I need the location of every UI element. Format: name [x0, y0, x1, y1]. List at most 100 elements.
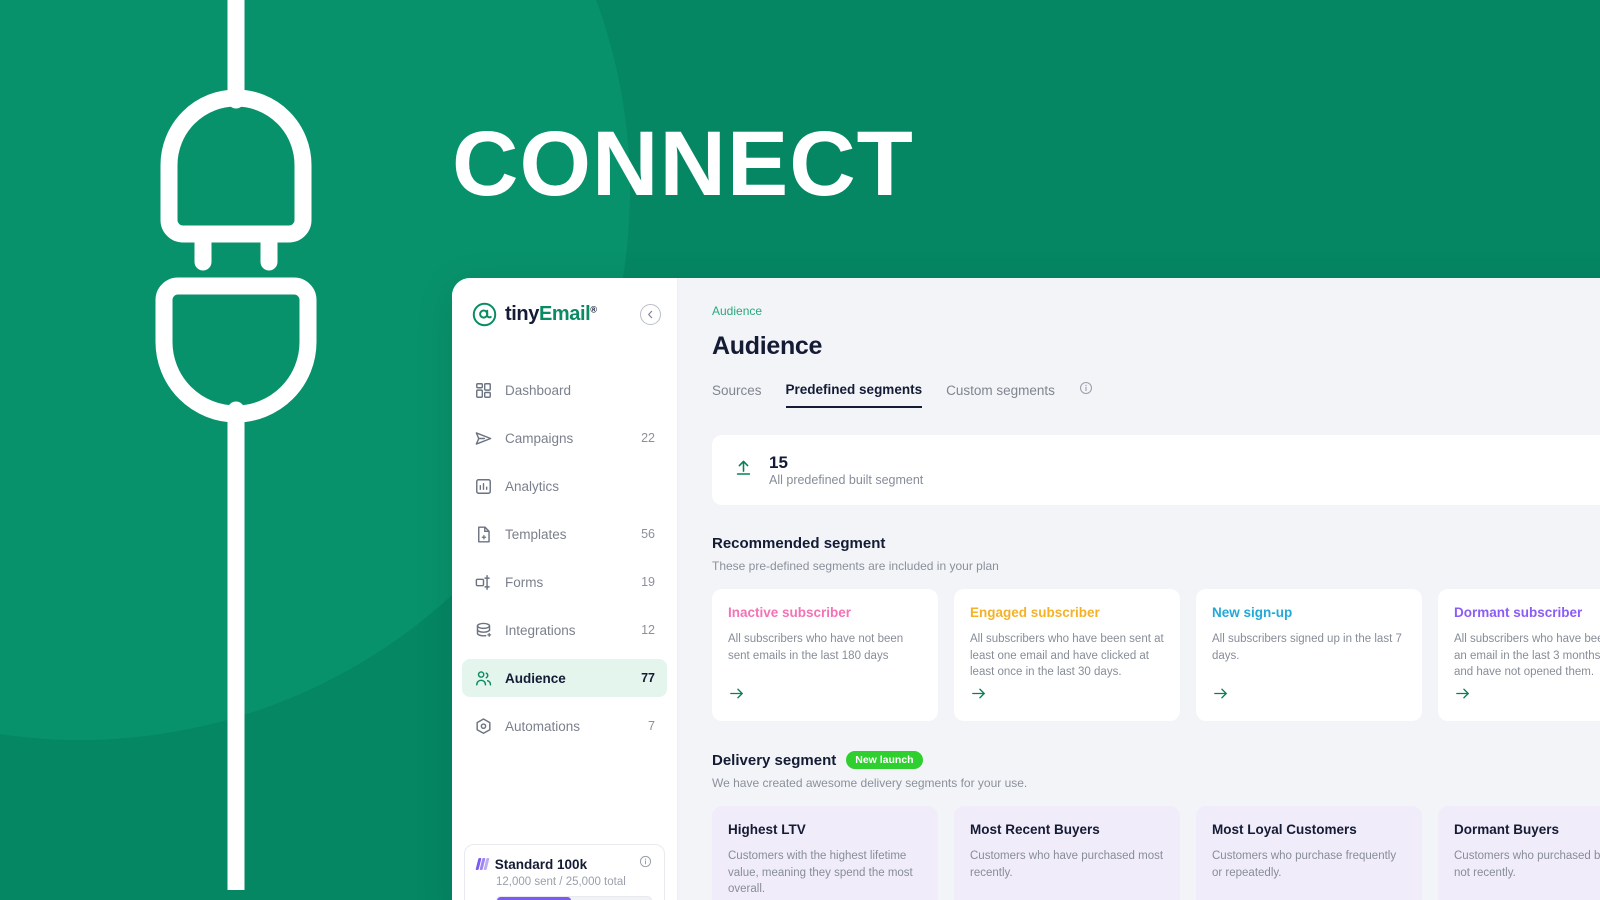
sidebar-item-templates[interactable]: Templates 56	[462, 515, 667, 553]
plan-usage-text: 12,000 sent / 25,000 total	[496, 876, 626, 888]
predefined-count-value: 15	[769, 452, 788, 472]
predefined-count-card: 15 All predefined built segment	[712, 435, 1600, 505]
forms-icon	[475, 574, 490, 590]
page-title: Audience	[712, 332, 823, 360]
segment-card-title: Inactive subscriber	[728, 605, 852, 620]
upload-arrow-icon	[734, 458, 753, 482]
sidebar-item-label: Automations	[505, 718, 581, 734]
database-plus-icon	[476, 622, 492, 637]
segments-scroll-area: 15 All predefined built segment Recommen…	[678, 409, 1600, 900]
delivery-card-dormant-buyers[interactable]: Dormant Buyers Customers who purchased b…	[1438, 806, 1600, 900]
sidebar-item-label: Campaigns	[505, 430, 574, 446]
arrow-right-icon[interactable]	[728, 685, 922, 707]
bar-chart-icon	[476, 478, 491, 494]
sidebar-item-label: Templates	[505, 526, 567, 542]
predefined-count-label: All predefined built segment	[769, 472, 924, 487]
segment-card-description: All subscribers who have been sent at le…	[970, 633, 1164, 678]
sidebar-item-count: 7	[648, 719, 655, 733]
send-paper-plane-icon	[475, 431, 492, 445]
at-circle-icon	[472, 302, 497, 327]
main-content: Audience Audience Sources Predefined seg…	[678, 278, 1600, 900]
sidebar-item-analytics[interactable]: Analytics	[462, 467, 667, 505]
sidebar-item-label: Integrations	[505, 622, 576, 638]
sidebar-item-count: 22	[641, 431, 655, 445]
arrow-right-icon[interactable]	[1212, 685, 1406, 707]
sidebar-item-count: 19	[641, 575, 655, 589]
sidebar-item-label: Dashboard	[505, 382, 572, 398]
sidebar-item-dashboard[interactable]: Dashboard	[462, 371, 667, 409]
delivery-card-most-loyal-customers[interactable]: Most Loyal Customers Customers who purch…	[1196, 806, 1422, 900]
plan-info-button[interactable]	[639, 855, 652, 873]
tabs-info-button[interactable]	[1079, 381, 1093, 409]
tab-custom-segments[interactable]: Custom segments	[946, 383, 1055, 407]
segment-card-title: Dormant subscriber	[1454, 605, 1583, 620]
tab-bar: Sources Predefined segments Custom segme…	[678, 381, 1600, 409]
segment-card-dormant-subscriber[interactable]: Dormant subscriber All subscribers who h…	[1438, 589, 1600, 721]
plan-usage-card[interactable]: Standard 100k 12,000 sent / 25,000 total	[464, 844, 665, 900]
app-window: tinyEmail® Dashboard Campaigns 22 Analyt…	[452, 278, 1600, 900]
plan-header-row: Standard 100k	[475, 855, 652, 873]
delivery-card-title: Highest LTV	[728, 822, 806, 837]
brand-wordmark: tinyEmail®	[505, 303, 597, 326]
segment-card-engaged-subscriber[interactable]: Engaged subscriber All subscribers who h…	[954, 589, 1180, 721]
info-circle-icon	[1079, 381, 1092, 395]
tab-sources[interactable]: Sources	[712, 383, 762, 407]
segment-card-description: All subscribers who have not been sent e…	[728, 633, 904, 662]
sidebar-item-count: 77	[641, 671, 655, 685]
page-title-row: Audience	[678, 332, 1600, 361]
info-circle-icon	[639, 855, 652, 868]
file-plus-icon	[478, 526, 490, 542]
sidebar-item-count: 56	[641, 527, 655, 541]
plan-progress-bar	[496, 896, 652, 900]
tab-predefined-segments[interactable]: Predefined segments	[785, 382, 923, 408]
delivery-card-description: Customers who purchased before but not r…	[1454, 850, 1600, 879]
segment-card-new-sign-up[interactable]: New sign-up All subscribers signed up in…	[1196, 589, 1422, 721]
plug-and-socket-illustration	[155, 0, 317, 890]
brand-registered-mark: ®	[590, 304, 597, 315]
delivery-card-highest-ltv[interactable]: Highest LTV Customers with the highest l…	[712, 806, 938, 900]
new-launch-badge: New launch	[846, 751, 923, 769]
arrow-right-icon[interactable]	[1454, 685, 1600, 707]
recommended-title: Recommended segment	[712, 535, 886, 552]
screenshot-root: CONNECT tinyEmail® Dashboard Campaigns 2…	[0, 0, 1600, 900]
sidebar-item-label: Forms	[505, 574, 544, 590]
breadcrumb[interactable]: Audience	[678, 304, 1600, 318]
segment-card-description: All subscribers signed up in the last 7 …	[1212, 633, 1402, 662]
hero-headline: CONNECT	[452, 113, 914, 215]
sidebar-item-integrations[interactable]: Integrations 12	[462, 611, 667, 649]
delivery-title: Delivery segment	[712, 751, 837, 769]
brand-row[interactable]: tinyEmail®	[452, 278, 677, 327]
dashboard-grid-icon	[476, 382, 491, 398]
segment-card-description: All subscribers who have been sent an em…	[1454, 633, 1600, 678]
sidebar-item-count: 12	[641, 623, 655, 637]
brand-email: Email	[538, 303, 591, 325]
delivery-card-title: Dormant Buyers	[1454, 822, 1560, 837]
segment-card-title: New sign-up	[1212, 605, 1293, 620]
arrow-right-icon[interactable]	[970, 685, 1164, 707]
hexagon-gear-icon	[476, 717, 491, 734]
chevron-left-icon	[648, 310, 653, 319]
sidebar: tinyEmail® Dashboard Campaigns 22 Analyt…	[452, 278, 678, 900]
recommended-subtitle: These pre-defined segments are included …	[712, 559, 999, 573]
users-icon	[476, 670, 492, 686]
sidebar-nav: Dashboard Campaigns 22 Analytics Templat…	[452, 371, 677, 755]
sidebar-item-campaigns[interactable]: Campaigns 22	[462, 419, 667, 457]
delivery-card-most-recent-buyers[interactable]: Most Recent Buyers Customers who have pu…	[954, 806, 1180, 900]
predefined-count-text: 15 All predefined built segment	[769, 452, 923, 489]
brand-tiny: tiny	[505, 303, 539, 325]
delivery-section-header: Delivery segment New launch	[712, 751, 1600, 769]
sidebar-item-forms[interactable]: Forms 19	[462, 563, 667, 601]
recommended-section-header: Recommended segment	[712, 535, 1600, 552]
sidebar-item-label: Analytics	[505, 478, 560, 494]
delivery-card-description: Customers who purchase frequently or rep…	[1212, 850, 1397, 879]
recommended-card-row: Inactive subscriber All subscribers who …	[712, 589, 1600, 721]
segment-card-inactive-subscriber[interactable]: Inactive subscriber All subscribers who …	[712, 589, 938, 721]
delivery-card-description: Customers who have purchased most recent…	[970, 850, 1164, 879]
sidebar-collapse-button[interactable]	[640, 304, 661, 325]
sidebar-item-audience[interactable]: Audience 77	[462, 659, 667, 697]
segment-card-title: Engaged subscriber	[970, 605, 1100, 620]
delivery-card-title: Most Loyal Customers	[1212, 822, 1357, 837]
sidebar-item-automations[interactable]: Automations 7	[462, 707, 667, 745]
delivery-card-title: Most Recent Buyers	[970, 822, 1100, 837]
plan-name: Standard 100k	[494, 856, 588, 872]
